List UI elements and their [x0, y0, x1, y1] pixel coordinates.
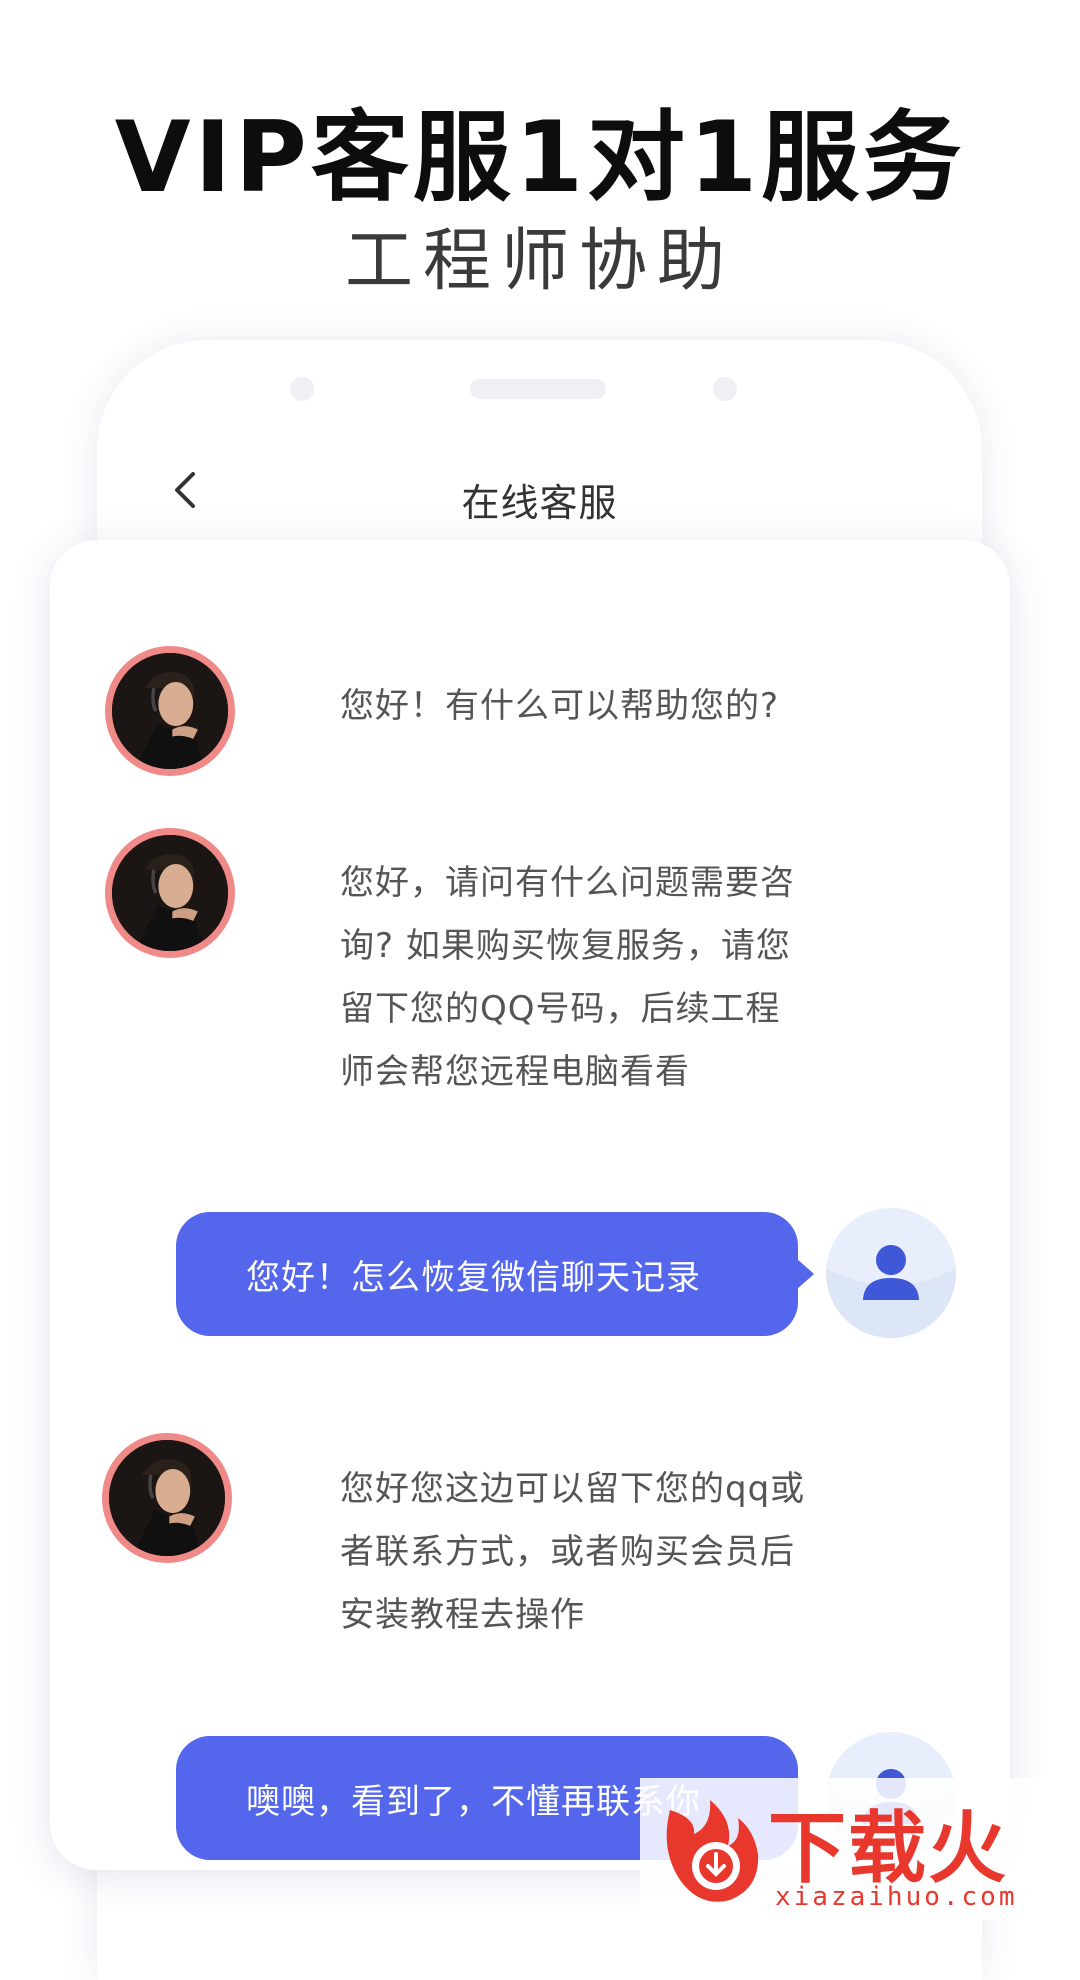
nav-title: 在线客服 — [461, 481, 618, 525]
agent-message: 您好您这边可以留下您的qq或 者联系方式，或者购买会员后 安装教程去操作 — [340, 1469, 806, 1635]
hero-subtitle: 工程师协助 — [344, 222, 735, 301]
watermark: 下载火 xiazaihuo.com — [640, 1778, 1080, 1920]
bubble-tail — [796, 1258, 814, 1290]
watermark-url: xiazaihuo.com — [775, 1882, 1018, 1912]
user-avatar — [826, 1208, 956, 1338]
hero-title: VIP客服1对1服务 — [114, 101, 966, 215]
agent-avatar — [105, 646, 235, 776]
agent-message: 您好，请问有什么问题需要咨 询? 如果购买恢复服务，请您 留下您的QQ号码，后续… — [340, 863, 795, 1092]
agent-avatar — [105, 828, 235, 958]
agent-avatar — [102, 1433, 232, 1563]
speaker-slot — [470, 379, 606, 399]
camera-dot — [290, 377, 314, 401]
agent-message: 您好！有什么可以帮助您的? — [340, 686, 780, 726]
chat-card: 您好！有什么可以帮助您的? 您好，请问有什么问题需要咨 询? 如果购买恢复服务，… — [50, 540, 1010, 1870]
flame-logo-icon — [650, 1790, 770, 1910]
sensor-dot — [713, 377, 737, 401]
user-message-bubble: 您好！怎么恢复微信聊天记录 — [176, 1212, 798, 1336]
